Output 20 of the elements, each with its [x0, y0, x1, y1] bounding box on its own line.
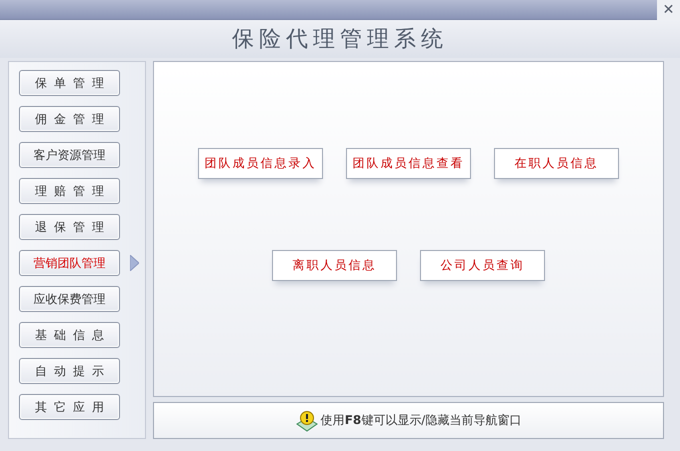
sidebar-item[interactable]: 退保管理 — [19, 214, 120, 240]
pointer-icon — [130, 255, 139, 271]
sidebar-item[interactable]: 基础信息 — [19, 322, 120, 348]
menu-button[interactable]: 在职人员信息 — [494, 148, 619, 179]
menu-button[interactable]: 离职人员信息 — [272, 250, 397, 281]
menu-button[interactable]: 团队成员信息查看 — [346, 148, 471, 179]
sidebar-item[interactable]: 理赔管理 — [19, 178, 120, 204]
status-text: 使用F8键可以显示/隐藏当前导航窗口 — [320, 412, 522, 429]
window-title: 保险代理管理系统 — [232, 26, 448, 54]
sidebar-item[interactable]: 佣金管理 — [19, 106, 120, 132]
menu-button[interactable]: 团队成员信息录入 — [198, 148, 323, 179]
tip-icon — [296, 410, 318, 432]
sidebar-item[interactable]: 保单管理 — [19, 70, 120, 96]
sidebar-item[interactable]: 应收保费管理 — [19, 286, 120, 312]
sidebar-item[interactable]: 自动提示 — [19, 358, 120, 384]
close-button[interactable]: ✕ — [657, 0, 680, 20]
sidebar-item[interactable]: 客户资源管理 — [19, 142, 120, 168]
sidebar-item[interactable]: 营销团队管理 — [19, 250, 120, 276]
menu-button[interactable]: 公司人员查询 — [420, 250, 545, 281]
sidebar-item[interactable]: 其它应用 — [19, 394, 120, 420]
